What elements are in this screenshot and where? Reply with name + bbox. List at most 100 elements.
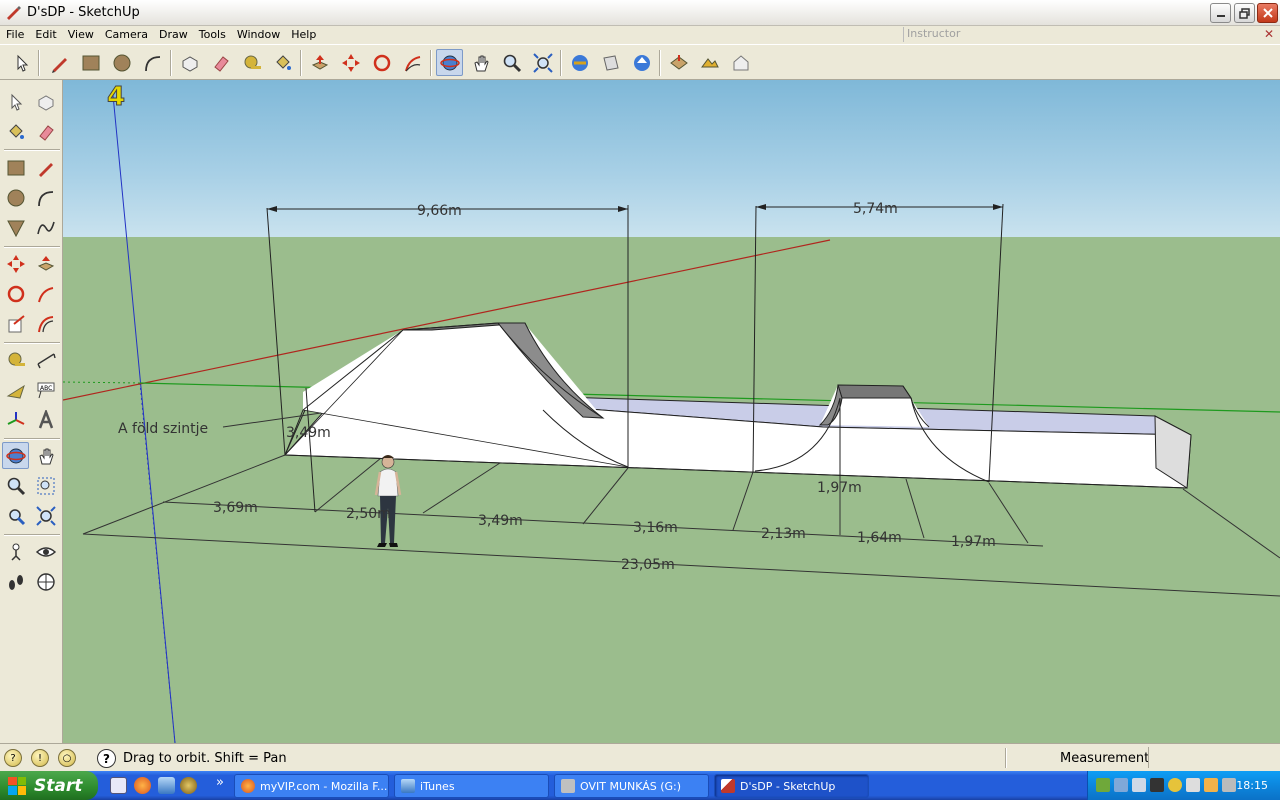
palette-rectangle-icon[interactable]: [2, 154, 29, 181]
menu-view[interactable]: View: [62, 26, 99, 41]
menu-file[interactable]: File: [0, 26, 29, 41]
instructor-close-icon[interactable]: ✕: [1264, 27, 1274, 41]
palette-freehand-icon[interactable]: [32, 214, 59, 241]
measurements-input[interactable]: [1148, 747, 1276, 768]
circle-icon[interactable]: [108, 49, 135, 76]
add-location-icon[interactable]: [665, 49, 692, 76]
palette-polygon-icon[interactable]: [2, 214, 29, 241]
palette-push-pull-icon[interactable]: [32, 250, 59, 277]
menu-tools[interactable]: Tools: [193, 26, 231, 41]
palette-zoom-window-icon[interactable]: [32, 472, 59, 499]
warcraft-quicklaunch-icon[interactable]: [180, 777, 197, 794]
menu-help[interactable]: Help: [285, 26, 321, 41]
rectangle-icon[interactable]: [77, 49, 104, 76]
ground-level-label: A föld szintje: [118, 421, 208, 437]
task-firefox[interactable]: myVIP.com - Mozilla F...: [234, 774, 389, 798]
get-models-icon[interactable]: [566, 49, 593, 76]
tray-antivirus-icon[interactable]: [1168, 778, 1182, 792]
task-explorer-drive[interactable]: OVIT MUNKÁS (G:): [554, 774, 709, 798]
minimize-button[interactable]: [1210, 3, 1231, 23]
select-icon[interactable]: [8, 49, 35, 76]
palette-arc-icon[interactable]: [32, 184, 59, 211]
orbit-icon[interactable]: [436, 49, 463, 76]
palette-orbit-icon[interactable]: [2, 442, 29, 469]
palette-make-component-icon[interactable]: [32, 88, 59, 115]
menu-camera[interactable]: Camera: [99, 26, 153, 41]
palette-follow-me-icon[interactable]: [32, 280, 59, 307]
firefox-quicklaunch-icon[interactable]: [134, 777, 151, 794]
tape-measure-icon[interactable]: [238, 49, 265, 76]
palette-zoom-icon[interactable]: [2, 472, 29, 499]
palette-previous-icon[interactable]: [2, 502, 29, 529]
palette-move-icon[interactable]: [2, 250, 29, 277]
palette-3d-text-icon[interactable]: [32, 406, 59, 433]
palette-protractor-icon[interactable]: [2, 376, 29, 403]
pan-icon[interactable]: [467, 49, 494, 76]
tray-monitor-icon[interactable]: [1150, 778, 1164, 792]
show-desktop-icon[interactable]: [110, 777, 127, 794]
dim-top-right: 5,74m: [853, 201, 898, 217]
itunes-quicklaunch-icon[interactable]: [158, 777, 175, 794]
palette-line-icon[interactable]: [32, 154, 59, 181]
menu-edit[interactable]: Edit: [29, 26, 61, 41]
palette-section-plane-icon[interactable]: [32, 568, 59, 595]
palette-select-icon[interactable]: [2, 88, 29, 115]
share-component-icon[interactable]: [628, 49, 655, 76]
palette-paint-bucket-icon[interactable]: [2, 118, 29, 145]
dim-seg-3: 3,49m: [478, 513, 523, 529]
palette-circle-icon[interactable]: [2, 184, 29, 211]
geo-location-icon[interactable]: ?: [4, 749, 22, 767]
menu-window[interactable]: Window: [231, 26, 285, 41]
dim-seg-1: 3,69m: [213, 500, 258, 516]
palette-look-around-icon[interactable]: [32, 538, 59, 565]
task-sketchup[interactable]: D'sDP - SketchUp: [714, 774, 869, 798]
photo-textures-icon[interactable]: [727, 49, 754, 76]
tray-security-icon[interactable]: [1204, 778, 1218, 792]
start-button[interactable]: Start: [0, 771, 98, 800]
eraser-icon[interactable]: [207, 49, 234, 76]
palette-tape-measure-icon[interactable]: [2, 346, 29, 373]
menu-draw[interactable]: Draw: [153, 26, 193, 41]
palette-dimension-icon[interactable]: [32, 346, 59, 373]
zoom-icon[interactable]: [498, 49, 525, 76]
drawing-viewport[interactable]: 4 9,66m 5,74m 3,49m 1,97m 3,69m 2,50m 3,…: [63, 80, 1280, 743]
tray-network-disconnected-icon[interactable]: [1132, 778, 1146, 792]
arc-icon[interactable]: [139, 49, 166, 76]
task-itunes[interactable]: iTunes: [394, 774, 549, 798]
zoom-extents-icon[interactable]: [529, 49, 556, 76]
palette-position-camera-icon[interactable]: [2, 538, 29, 565]
palette-rotate-icon[interactable]: [2, 280, 29, 307]
palette-pan-icon[interactable]: [32, 442, 59, 469]
pencil-icon[interactable]: [46, 49, 73, 76]
paint-bucket-icon[interactable]: [269, 49, 296, 76]
restore-button[interactable]: [1234, 3, 1255, 23]
move-icon[interactable]: [337, 49, 364, 76]
measurements-label: Measurements: [1060, 751, 1157, 766]
firefox-icon: [241, 779, 255, 793]
palette-axes-icon[interactable]: [2, 406, 29, 433]
quicklaunch-overflow-icon[interactable]: »: [216, 775, 224, 790]
push-pull-icon[interactable]: [306, 49, 333, 76]
tray-network-icon[interactable]: [1114, 778, 1128, 792]
close-button[interactable]: [1257, 3, 1278, 23]
palette-scale-icon[interactable]: [2, 310, 29, 337]
task-sketchup-label: D'sDP - SketchUp: [740, 779, 836, 793]
palette-offset-icon[interactable]: [32, 310, 59, 337]
credits-icon[interactable]: !: [31, 749, 49, 767]
palette-text-icon[interactable]: ABC: [32, 376, 59, 403]
tray-sound-icon[interactable]: [1186, 778, 1200, 792]
toggle-terrain-icon[interactable]: [696, 49, 723, 76]
user-icon[interactable]: ○: [58, 749, 76, 767]
dim-seg-2: 2,50m: [346, 506, 391, 522]
help-icon[interactable]: ?: [97, 749, 116, 768]
make-component-icon[interactable]: [176, 49, 203, 76]
palette-zoom-extents-icon[interactable]: [32, 502, 59, 529]
share-model-icon[interactable]: [597, 49, 624, 76]
follow-me-icon[interactable]: [399, 49, 426, 76]
palette-walk-icon[interactable]: [2, 568, 29, 595]
tray-safely-remove-icon[interactable]: [1096, 778, 1110, 792]
window-title: D'sDP - SketchUp: [27, 5, 140, 20]
tray-drive-icon[interactable]: [1222, 778, 1236, 792]
rotate-icon[interactable]: [368, 49, 395, 76]
palette-eraser-icon[interactable]: [32, 118, 59, 145]
